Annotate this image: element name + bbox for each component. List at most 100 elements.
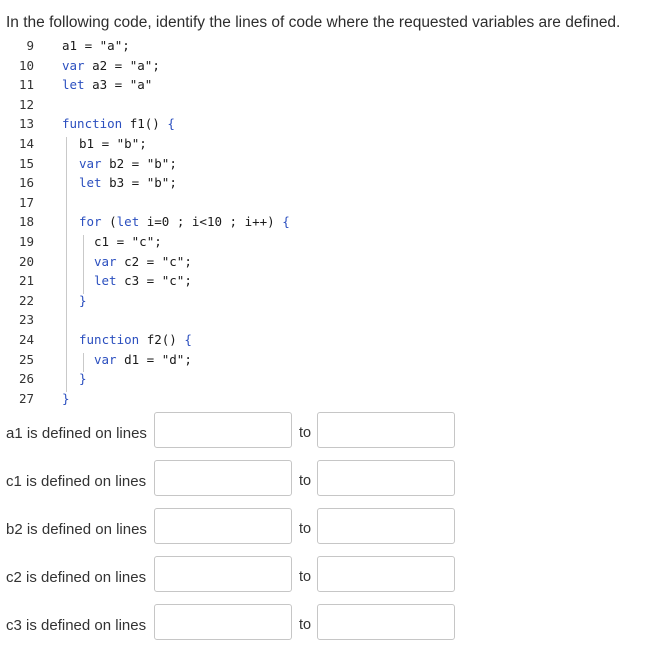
code-token: ( [109, 214, 117, 230]
line-end-input[interactable] [317, 556, 455, 592]
line-start-input[interactable] [154, 460, 292, 496]
line-end-input[interactable] [317, 412, 455, 448]
code-token: c3 = [124, 273, 162, 289]
line-number: 25 [18, 351, 34, 367]
code-token: a2 = [92, 57, 130, 73]
code-token: let [79, 175, 110, 191]
line-number: 13 [18, 116, 34, 132]
to-label: to [299, 425, 312, 441]
code-token: ; [154, 233, 162, 249]
answer-row: b2 is defined on lines to [0, 508, 648, 546]
indent-guide [83, 352, 84, 373]
code-token: let [62, 77, 93, 93]
code-token: b1 = [79, 135, 117, 151]
code-token: ; [184, 351, 192, 367]
line-number: 17 [18, 194, 34, 210]
answer-row-label: b2 is defined on lines [6, 521, 147, 538]
to-label: to [299, 569, 312, 585]
line-number: 11 [18, 77, 34, 93]
answer-row-label: c3 is defined on lines [6, 617, 147, 634]
code-token: } [79, 292, 87, 308]
code-text: let a3 = "a" [62, 77, 152, 92]
code-text: let b3 = "b"; [79, 175, 177, 190]
line-number: 22 [18, 292, 34, 308]
code-token: ; [122, 38, 130, 53]
line-start-input[interactable] [154, 604, 292, 640]
code-token: function [79, 331, 147, 347]
indent-guide [83, 235, 84, 294]
code-text: var c2 = "c"; [94, 254, 192, 269]
code-text: } [79, 371, 87, 386]
code-text: c1 = "c"; [94, 234, 162, 249]
code-text: var a2 = "a"; [62, 58, 160, 73]
code-token: "a" [129, 57, 153, 73]
line-number: 16 [18, 175, 34, 191]
code-token: ; [184, 273, 192, 289]
code-token: var [94, 253, 125, 269]
answer-row: c3 is defined on lines to [0, 604, 648, 642]
code-token: a1 = [62, 38, 100, 53]
code-token: var [62, 57, 93, 73]
answer-row: c1 is defined on lines to [0, 460, 648, 498]
line-end-input[interactable] [317, 508, 455, 544]
to-label: to [299, 521, 312, 537]
answer-row: c2 is defined on lines to [0, 556, 648, 594]
code-text: a1 = "a"; [62, 38, 130, 53]
code-token: function [62, 116, 130, 132]
line-number: 27 [18, 390, 34, 406]
code-token: ; [169, 155, 177, 171]
line-number: 18 [18, 214, 34, 230]
code-token: b3 = [109, 175, 147, 191]
line-start-input[interactable] [154, 556, 292, 592]
answer-row-label: c1 is defined on lines [6, 473, 147, 490]
code-text: for (let i=0 ; i<10 ; i++) { [79, 214, 290, 229]
code-text: var b2 = "b"; [79, 156, 177, 171]
line-end-input[interactable] [317, 460, 455, 496]
line-number: 12 [18, 96, 34, 112]
line-number: 24 [18, 331, 34, 347]
code-token: a3 = [92, 77, 130, 93]
code-token: for [79, 214, 110, 230]
code-token: { [167, 116, 175, 132]
line-end-input[interactable] [317, 604, 455, 640]
line-number: 20 [18, 253, 34, 269]
line-number: 9 [26, 38, 34, 53]
code-token: let [116, 214, 147, 230]
answer-row-label: a1 is defined on lines [6, 425, 147, 442]
line-start-input[interactable] [154, 412, 292, 448]
code-token: "a" [129, 77, 153, 93]
code-token: f1() [129, 116, 168, 132]
code-token: "d" [161, 351, 185, 367]
answer-row-label: c2 is defined on lines [6, 569, 147, 586]
line-number: 14 [18, 135, 34, 151]
to-label: to [299, 473, 312, 489]
line-number: 19 [18, 233, 34, 249]
code-token: "b" [146, 175, 170, 191]
code-text: var d1 = "d"; [94, 352, 192, 367]
code-token: "b" [146, 155, 170, 171]
code-text: function f1() { [62, 116, 175, 131]
code-token: "b" [116, 135, 140, 151]
indent-guide [66, 137, 67, 392]
code-token: b2 = [109, 155, 147, 171]
to-label: to [299, 617, 312, 633]
code-token: f2() [146, 331, 185, 347]
code-token: } [79, 371, 87, 387]
code-token: ; [184, 253, 192, 269]
code-token: { [282, 214, 290, 230]
code-text: b1 = "b"; [79, 136, 147, 151]
code-token: ; [152, 57, 160, 73]
code-text: function f2() { [79, 332, 192, 347]
line-start-input[interactable] [154, 508, 292, 544]
code-text: let c3 = "c"; [94, 273, 192, 288]
code-token: c2 = [124, 253, 162, 269]
line-number: 26 [18, 371, 34, 387]
question-text: In the following code, identify the line… [6, 14, 621, 31]
code-token: i=0 ; i<10 ; i++) [146, 214, 283, 230]
line-number: 15 [18, 155, 34, 171]
line-number: 21 [18, 273, 34, 289]
code-token: var [79, 155, 110, 171]
line-number: 23 [18, 312, 34, 328]
code-token: let [94, 273, 125, 289]
line-number: 10 [18, 57, 34, 73]
